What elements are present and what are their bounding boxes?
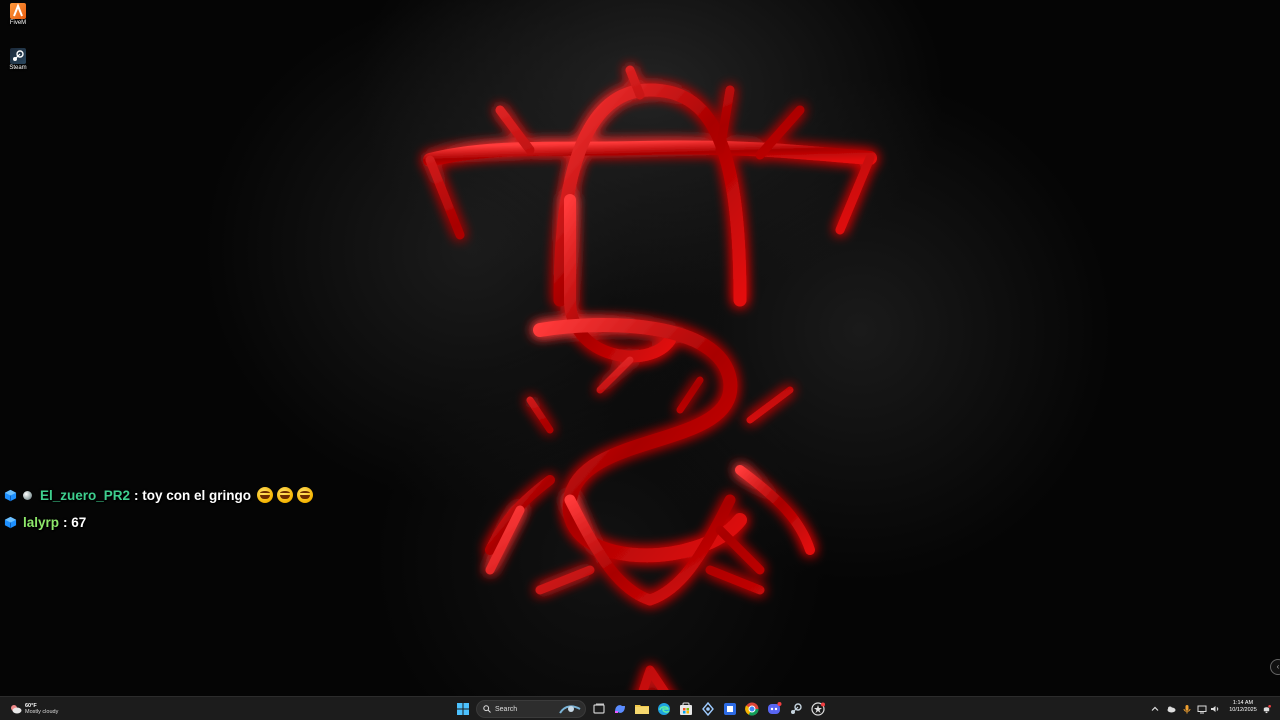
rolling-laughing-emoji	[257, 487, 274, 503]
windows-start-icon[interactable]	[455, 701, 471, 717]
edge-icon[interactable]	[656, 701, 672, 717]
cube-icon	[4, 489, 17, 501]
onedrive-cloud-icon[interactable]	[1166, 704, 1176, 714]
taskbar: 60°F Mostly cloudy Search 1:14 AM 10/12/…	[0, 696, 1280, 720]
file-explorer-icon[interactable]	[634, 701, 650, 717]
search-icon	[483, 705, 491, 713]
network-icon[interactable]	[1197, 704, 1207, 714]
cube-icon	[4, 516, 17, 528]
volume-icon[interactable]	[1210, 704, 1220, 714]
microphone-icon[interactable]	[1182, 704, 1192, 714]
clock[interactable]: 1:14 AM 10/12/2025	[1226, 700, 1260, 714]
emoji-row	[257, 487, 314, 503]
clock-date: 10/12/2025	[1229, 707, 1257, 713]
app-icon[interactable]	[722, 701, 738, 717]
chat-text: : toy con el gringo	[134, 487, 252, 503]
chevron-left-icon[interactable]: ‹	[1270, 659, 1280, 675]
badge-icon	[23, 490, 32, 500]
chrome-icon[interactable]	[744, 701, 760, 717]
steam-icon[interactable]	[788, 701, 804, 717]
rolling-laughing-emoji	[277, 487, 294, 503]
desktop-shortcut-label: Steam	[9, 65, 27, 71]
fivem-icon	[10, 3, 26, 19]
copilot-icon[interactable]	[612, 701, 628, 717]
notification-bell-icon[interactable]	[1262, 704, 1271, 714]
store-icon[interactable]	[678, 701, 694, 717]
task-view-icon[interactable]	[591, 701, 607, 717]
chevron-up-icon[interactable]	[1150, 704, 1160, 714]
chat-message: lalyrp : 67	[4, 512, 86, 532]
chat-username: lalyrp	[23, 514, 60, 530]
desktop: FiveM Steam El_zuero_PR2 : toy con el gr…	[0, 0, 1280, 696]
desktop-shortcut-fivem[interactable]: FiveM	[4, 3, 32, 27]
weather-desc: Mostly cloudy	[25, 709, 59, 715]
search-highlight-icon	[559, 705, 581, 714]
chat-text: : 67	[63, 514, 87, 530]
discord-icon[interactable]	[766, 701, 782, 717]
search-label: Search	[495, 705, 518, 713]
rockstar-icon[interactable]	[810, 701, 826, 717]
search-input[interactable]: Search	[476, 700, 586, 718]
rolling-laughing-emoji	[297, 487, 314, 503]
weather-widget[interactable]: 60°F Mostly cloudy	[10, 700, 58, 718]
weather-cloud-icon	[11, 705, 22, 714]
vpn-icon[interactable]	[700, 701, 716, 717]
clock-time: 1:14 AM	[1232, 700, 1254, 706]
chat-message: El_zuero_PR2 : toy con el gringo	[4, 485, 314, 505]
wallpaper-logo	[423, 65, 877, 690]
chat-username: El_zuero_PR2	[40, 487, 131, 503]
desktop-shortcut-label: FiveM	[9, 20, 27, 26]
steam-icon	[10, 48, 26, 64]
desktop-shortcut-steam[interactable]: Steam	[4, 48, 32, 72]
